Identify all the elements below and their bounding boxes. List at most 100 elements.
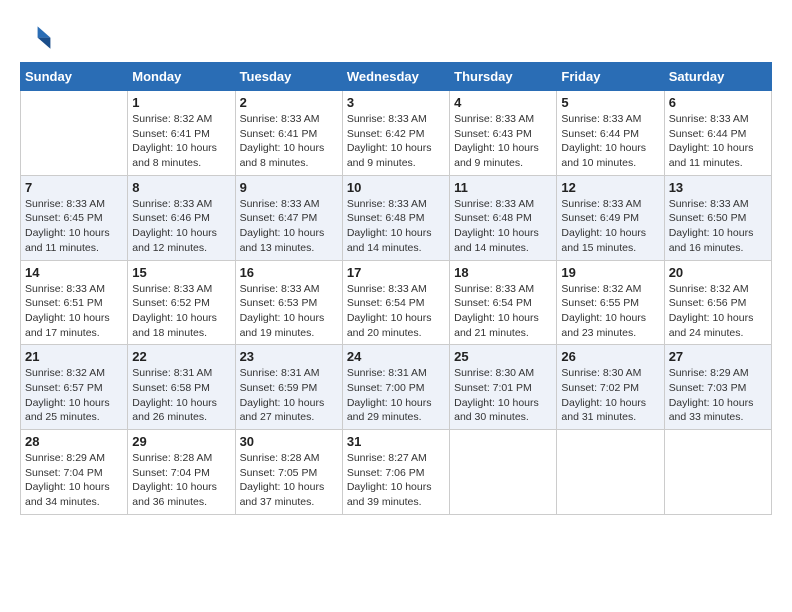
day-of-week-header-row: SundayMondayTuesdayWednesdayThursdayFrid… [21,63,772,91]
day-info: Sunrise: 8:33 AM Sunset: 6:51 PM Dayligh… [25,282,123,341]
day-number: 21 [25,349,123,364]
calendar-table: SundayMondayTuesdayWednesdayThursdayFrid… [20,62,772,515]
day-info: Sunrise: 8:31 AM Sunset: 6:59 PM Dayligh… [240,366,338,425]
day-info: Sunrise: 8:33 AM Sunset: 6:42 PM Dayligh… [347,112,445,171]
calendar-cell: 24 Sunrise: 8:31 AM Sunset: 7:00 PM Dayli… [342,345,449,430]
day-number: 13 [669,180,767,195]
dow-friday: Friday [557,63,664,91]
day-number: 27 [669,349,767,364]
day-info: Sunrise: 8:33 AM Sunset: 6:43 PM Dayligh… [454,112,552,171]
week-row-2: 7 Sunrise: 8:33 AM Sunset: 6:45 PM Daylig… [21,175,772,260]
day-number: 26 [561,349,659,364]
calendar-cell: 19 Sunrise: 8:32 AM Sunset: 6:55 PM Dayli… [557,260,664,345]
logo-icon [20,20,52,52]
day-number: 7 [25,180,123,195]
calendar-cell: 1 Sunrise: 8:32 AM Sunset: 6:41 PM Daylig… [128,91,235,176]
calendar-cell: 29Sunrise: 8:28 AM Sunset: 7:04 PM Dayli… [128,430,235,515]
week-row-3: 14 Sunrise: 8:33 AM Sunset: 6:51 PM Dayli… [21,260,772,345]
day-number: 17 [347,265,445,280]
day-number: 23 [240,349,338,364]
day-number: 9 [240,180,338,195]
calendar-cell: 5 Sunrise: 8:33 AM Sunset: 6:44 PM Daylig… [557,91,664,176]
week-row-1: 1 Sunrise: 8:32 AM Sunset: 6:41 PM Daylig… [21,91,772,176]
calendar-cell: 6Sunrise: 8:33 AM Sunset: 6:44 PM Daylig… [664,91,771,176]
calendar-cell [664,430,771,515]
day-info: Sunrise: 8:33 AM Sunset: 6:46 PM Dayligh… [132,197,230,256]
day-number: 20 [669,265,767,280]
day-info: Sunrise: 8:33 AM Sunset: 6:44 PM Dayligh… [561,112,659,171]
day-info: Sunrise: 8:33 AM Sunset: 6:48 PM Dayligh… [347,197,445,256]
day-info: Sunrise: 8:28 AM Sunset: 7:05 PM Dayligh… [240,451,338,510]
week-row-4: 21 Sunrise: 8:32 AM Sunset: 6:57 PM Dayli… [21,345,772,430]
calendar-cell [450,430,557,515]
day-number: 22 [132,349,230,364]
day-number: 2 [240,95,338,110]
day-number: 10 [347,180,445,195]
day-number: 29 [132,434,230,449]
calendar-cell: 28 Sunrise: 8:29 AM Sunset: 7:04 PM Dayli… [21,430,128,515]
day-info: Sunrise: 8:33 AM Sunset: 6:48 PM Dayligh… [454,197,552,256]
calendar-body: 1 Sunrise: 8:32 AM Sunset: 6:41 PM Daylig… [21,91,772,515]
calendar-cell: 22 Sunrise: 8:31 AM Sunset: 6:58 PM Dayli… [128,345,235,430]
day-info: Sunrise: 8:33 AM Sunset: 6:54 PM Dayligh… [347,282,445,341]
calendar-cell: 11Sunrise: 8:33 AM Sunset: 6:48 PM Dayli… [450,175,557,260]
calendar-cell [557,430,664,515]
week-row-5: 28 Sunrise: 8:29 AM Sunset: 7:04 PM Dayli… [21,430,772,515]
day-info: Sunrise: 8:33 AM Sunset: 6:45 PM Dayligh… [25,197,123,256]
calendar-cell: 7 Sunrise: 8:33 AM Sunset: 6:45 PM Daylig… [21,175,128,260]
day-info: Sunrise: 8:29 AM Sunset: 7:03 PM Dayligh… [669,366,767,425]
logo [20,20,56,52]
day-number: 5 [561,95,659,110]
day-number: 15 [132,265,230,280]
calendar-cell: 31 Sunrise: 8:27 AM Sunset: 7:06 PM Dayli… [342,430,449,515]
day-info: Sunrise: 8:33 AM Sunset: 6:50 PM Dayligh… [669,197,767,256]
day-number: 30 [240,434,338,449]
day-number: 25 [454,349,552,364]
day-info: Sunrise: 8:27 AM Sunset: 7:06 PM Dayligh… [347,451,445,510]
day-number: 1 [132,95,230,110]
page-header [20,20,772,52]
day-number: 16 [240,265,338,280]
day-info: Sunrise: 8:33 AM Sunset: 6:49 PM Dayligh… [561,197,659,256]
day-number: 14 [25,265,123,280]
calendar-cell: 3Sunrise: 8:33 AM Sunset: 6:42 PM Daylig… [342,91,449,176]
day-number: 28 [25,434,123,449]
day-info: Sunrise: 8:32 AM Sunset: 6:41 PM Dayligh… [132,112,230,171]
day-info: Sunrise: 8:33 AM Sunset: 6:41 PM Dayligh… [240,112,338,171]
day-info: Sunrise: 8:31 AM Sunset: 7:00 PM Dayligh… [347,366,445,425]
calendar-cell: 4 Sunrise: 8:33 AM Sunset: 6:43 PM Daylig… [450,91,557,176]
calendar-cell: 16 Sunrise: 8:33 AM Sunset: 6:53 PM Dayli… [235,260,342,345]
day-number: 31 [347,434,445,449]
calendar-cell: 15 Sunrise: 8:33 AM Sunset: 6:52 PM Dayli… [128,260,235,345]
day-info: Sunrise: 8:33 AM Sunset: 6:53 PM Dayligh… [240,282,338,341]
day-number: 8 [132,180,230,195]
dow-wednesday: Wednesday [342,63,449,91]
day-info: Sunrise: 8:29 AM Sunset: 7:04 PM Dayligh… [25,451,123,510]
day-number: 19 [561,265,659,280]
dow-saturday: Saturday [664,63,771,91]
day-info: Sunrise: 8:30 AM Sunset: 7:02 PM Dayligh… [561,366,659,425]
calendar-cell: 12Sunrise: 8:33 AM Sunset: 6:49 PM Dayli… [557,175,664,260]
dow-tuesday: Tuesday [235,63,342,91]
calendar-cell: 8 Sunrise: 8:33 AM Sunset: 6:46 PM Daylig… [128,175,235,260]
calendar-cell: 23 Sunrise: 8:31 AM Sunset: 6:59 PM Dayli… [235,345,342,430]
day-info: Sunrise: 8:32 AM Sunset: 6:56 PM Dayligh… [669,282,767,341]
day-number: 4 [454,95,552,110]
day-info: Sunrise: 8:33 AM Sunset: 6:54 PM Dayligh… [454,282,552,341]
day-info: Sunrise: 8:31 AM Sunset: 6:58 PM Dayligh… [132,366,230,425]
calendar-cell: 26 Sunrise: 8:30 AM Sunset: 7:02 PM Dayli… [557,345,664,430]
calendar-cell: 14 Sunrise: 8:33 AM Sunset: 6:51 PM Dayli… [21,260,128,345]
day-info: Sunrise: 8:32 AM Sunset: 6:55 PM Dayligh… [561,282,659,341]
calendar-cell: 21 Sunrise: 8:32 AM Sunset: 6:57 PM Dayli… [21,345,128,430]
calendar-cell: 17 Sunrise: 8:33 AM Sunset: 6:54 PM Dayli… [342,260,449,345]
day-number: 24 [347,349,445,364]
day-info: Sunrise: 8:32 AM Sunset: 6:57 PM Dayligh… [25,366,123,425]
calendar-cell: 2 Sunrise: 8:33 AM Sunset: 6:41 PM Daylig… [235,91,342,176]
day-number: 6 [669,95,767,110]
dow-sunday: Sunday [21,63,128,91]
calendar-cell: 30 Sunrise: 8:28 AM Sunset: 7:05 PM Dayli… [235,430,342,515]
calendar-cell: 27 Sunrise: 8:29 AM Sunset: 7:03 PM Dayli… [664,345,771,430]
day-info: Sunrise: 8:33 AM Sunset: 6:52 PM Dayligh… [132,282,230,341]
calendar-cell [21,91,128,176]
dow-thursday: Thursday [450,63,557,91]
